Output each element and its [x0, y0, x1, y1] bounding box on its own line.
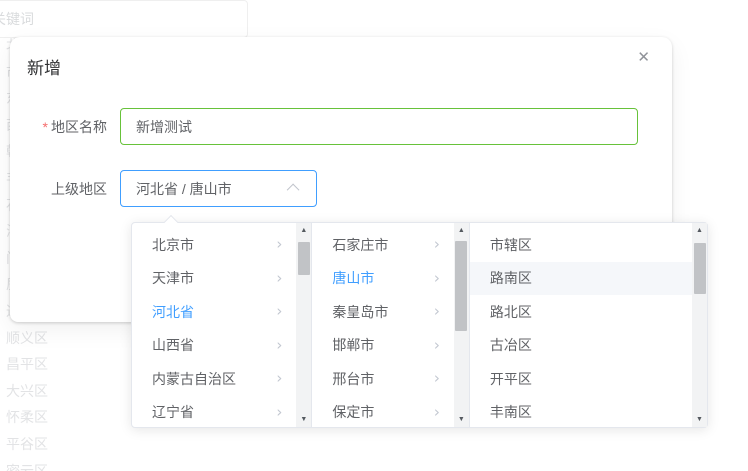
- cascader-option-list: 北京市›天津市›河北省›山西省›内蒙古自治区›辽宁省›: [132, 223, 296, 427]
- cascader-option[interactable]: 路北区: [470, 295, 692, 329]
- chevron-right-icon: ›: [276, 338, 282, 353]
- cascader-option-label: 内蒙古自治区: [152, 369, 276, 389]
- cascader-option-label: 唐山市: [332, 268, 433, 288]
- region-name-value: 新增测试: [136, 117, 192, 137]
- cascader-option[interactable]: 路南区: [470, 262, 692, 296]
- scrollbar-thumb[interactable]: [694, 243, 706, 294]
- chevron-right-icon: ›: [276, 371, 282, 386]
- cascader-option-label: 邯郸市: [332, 335, 433, 355]
- cascader-option-label: 市辖区: [490, 235, 682, 255]
- parent-region-label: 上级地区: [10, 179, 120, 199]
- background-list-item: 平谷区: [6, 431, 62, 458]
- scroll-down-icon[interactable]: ▼: [296, 412, 311, 427]
- form-row-region-name: *地区名称 新增测试: [10, 108, 672, 145]
- scrollbar-thumb[interactable]: [298, 242, 310, 275]
- cascader-option-label: 邢台市: [332, 369, 433, 389]
- app-screen: 关键词 北京市市辖区东城区西城区朝阳区丰台区石景山区海淀区门头沟区房山区通州区顺…: [0, 0, 748, 471]
- cascader-option-label: 天津市: [152, 268, 276, 288]
- cascader-option-label: 丰南区: [490, 402, 682, 422]
- keyword-placeholder: 关键词: [0, 9, 34, 29]
- cascader-option-label: 路北区: [490, 302, 682, 322]
- scrollbar-thumb[interactable]: [455, 241, 467, 331]
- chevron-right-icon: ›: [434, 338, 440, 353]
- add-region-form: *地区名称 新增测试 上级地区 河北省 / 唐山市: [10, 79, 672, 207]
- cascader-column-district: 市辖区路南区路北区古冶区开平区丰南区▲▼: [470, 223, 707, 427]
- scroll-down-icon[interactable]: ▼: [692, 412, 707, 427]
- cascader-dropdown: 北京市›天津市›河北省›山西省›内蒙古自治区›辽宁省›▲▼石家庄市›唐山市›秦皇…: [131, 222, 708, 428]
- chevron-right-icon: ›: [276, 304, 282, 319]
- cascader-option-list: 市辖区路南区路北区古冶区开平区丰南区: [470, 223, 692, 427]
- cascader-option[interactable]: 邯郸市›: [312, 329, 453, 363]
- background-list-item: 怀柔区: [6, 404, 62, 431]
- scroll-down-icon[interactable]: ▼: [454, 412, 469, 427]
- cascader-option-label: 古冶区: [490, 335, 682, 355]
- background-list-item: 昌平区: [6, 351, 62, 378]
- background-list-item: 密云区: [6, 458, 62, 471]
- background-list-item: 顺义区: [6, 325, 62, 352]
- cascader-option[interactable]: 市辖区: [470, 228, 692, 262]
- cascader-option-label: 北京市: [152, 235, 276, 255]
- chevron-right-icon: ›: [276, 405, 282, 420]
- scroll-up-icon[interactable]: ▲: [692, 223, 707, 238]
- cascader-option[interactable]: 河北省›: [132, 295, 296, 329]
- cascader-option-label: 路南区: [490, 268, 682, 288]
- cascader-option-label: 石家庄市: [332, 235, 433, 255]
- chevron-right-icon: ›: [276, 237, 282, 252]
- chevron-right-icon: ›: [434, 271, 440, 286]
- background-list-item: 大兴区: [6, 378, 62, 405]
- region-name-input[interactable]: 新增测试: [120, 108, 638, 145]
- cascader-option[interactable]: 石家庄市›: [312, 228, 453, 262]
- cascader-option[interactable]: 内蒙古自治区›: [132, 362, 296, 396]
- cascader-option[interactable]: 唐山市›: [312, 262, 453, 296]
- cascader-option[interactable]: 邢台市›: [312, 362, 453, 396]
- cascader-option-label: 河北省: [152, 302, 276, 322]
- scrollbar[interactable]: ▲▼: [296, 223, 311, 427]
- parent-region-value: 河北省 / 唐山市: [136, 179, 232, 199]
- dialog-header: 新增 ✕: [10, 37, 672, 79]
- scrollbar[interactable]: ▲▼: [454, 223, 469, 427]
- dialog-title: 新增: [27, 59, 61, 78]
- cascader-option-label: 山西省: [152, 335, 276, 355]
- cascader-option[interactable]: 辽宁省›: [132, 396, 296, 428]
- form-row-parent-region: 上级地区 河北省 / 唐山市: [10, 170, 672, 207]
- region-name-label: *地区名称: [10, 117, 120, 137]
- parent-region-select[interactable]: 河北省 / 唐山市: [120, 170, 317, 207]
- scroll-up-icon[interactable]: ▲: [296, 223, 311, 238]
- close-icon[interactable]: ✕: [637, 50, 650, 65]
- cascader-option[interactable]: 古冶区: [470, 329, 692, 363]
- cascader-option[interactable]: 北京市›: [132, 228, 296, 262]
- required-asterisk: *: [43, 119, 48, 135]
- cascader-option-label: 保定市: [332, 402, 433, 422]
- chevron-right-icon: ›: [434, 405, 440, 420]
- chevron-right-icon: ›: [434, 304, 440, 319]
- cascader-option[interactable]: 保定市›: [312, 396, 453, 428]
- cascader-option[interactable]: 天津市›: [132, 262, 296, 296]
- cascader-option[interactable]: 开平区: [470, 362, 692, 396]
- cascader-option-label: 秦皇岛市: [332, 302, 433, 322]
- cascader-option[interactable]: 丰南区: [470, 396, 692, 428]
- cascader-option-list: 石家庄市›唐山市›秦皇岛市›邯郸市›邢台市›保定市›: [312, 223, 453, 427]
- cascader-option-label: 开平区: [490, 369, 682, 389]
- cascader-option[interactable]: 山西省›: [132, 329, 296, 363]
- scrollbar[interactable]: ▲▼: [692, 223, 707, 427]
- cascader-option-label: 辽宁省: [152, 402, 276, 422]
- scroll-up-icon[interactable]: ▲: [454, 223, 469, 238]
- cascader-option[interactable]: 秦皇岛市›: [312, 295, 453, 329]
- cascader-column-province: 北京市›天津市›河北省›山西省›内蒙古自治区›辽宁省›▲▼: [132, 223, 312, 427]
- cascader-column-city: 石家庄市›唐山市›秦皇岛市›邯郸市›邢台市›保定市›▲▼: [312, 223, 469, 427]
- chevron-right-icon: ›: [434, 237, 440, 252]
- chevron-right-icon: ›: [276, 271, 282, 286]
- chevron-up-icon: [287, 184, 300, 197]
- chevron-right-icon: ›: [434, 371, 440, 386]
